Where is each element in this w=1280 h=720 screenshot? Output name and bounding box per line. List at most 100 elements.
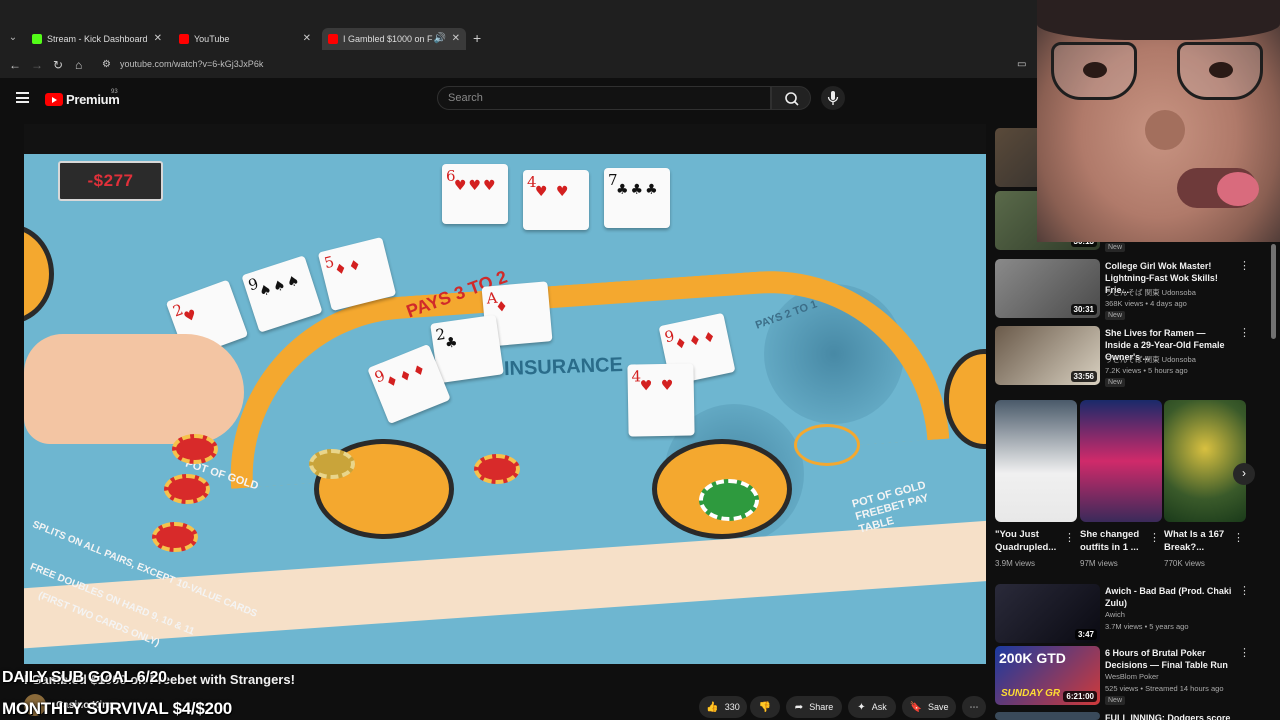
search-button[interactable] — [771, 86, 811, 110]
more-icon: ⋯ — [969, 701, 979, 712]
more-options-icon[interactable]: ⋮ — [1149, 531, 1160, 544]
search-icon — [785, 92, 799, 106]
microphone-icon — [827, 91, 839, 105]
search-input[interactable] — [438, 87, 738, 109]
video-title[interactable]: 6 Hours of Brutal Poker Decisions — Fina… — [1105, 647, 1233, 671]
tab-list-chevron-icon[interactable]: ⌄ — [6, 30, 20, 46]
recommendation-item[interactable]: 3:47 Awich - Bad Bad (Prod. Chaki Zulu) … — [995, 584, 1250, 646]
thumbs-down-icon: 👎 — [758, 701, 772, 713]
chip-stack — [172, 434, 218, 464]
search-box — [437, 86, 771, 110]
chip-stack — [152, 522, 198, 552]
cast-icon[interactable]: ▭ — [1017, 57, 1026, 73]
channel-name[interactable]: Awich — [1105, 610, 1125, 619]
channel-name[interactable]: WesBlom Poker — [1105, 672, 1159, 681]
home-icon[interactable]: ⌂ — [75, 57, 82, 73]
ask-button[interactable]: ✦ Ask — [848, 696, 896, 718]
dealer-card: 4 ♥ ♥ — [523, 170, 589, 230]
video-thumbnail[interactable]: 30:31 — [995, 259, 1100, 318]
duration-badge: 3:47 — [1074, 629, 1097, 640]
like-count: 330 — [724, 702, 740, 712]
new-badge: New — [1105, 243, 1126, 252]
forward-icon[interactable]: → — [31, 57, 43, 73]
share-button[interactable]: ➦ Share — [786, 696, 842, 718]
survival-overlay: MONTHLY SURVIVAL $4/$200 — [2, 699, 232, 718]
webcam-eye — [1209, 62, 1233, 78]
new-badge: New — [1105, 696, 1126, 705]
shorts-next-button[interactable]: › — [1233, 463, 1255, 485]
video-title[interactable]: FULL INNING: Dodgers score — [1105, 712, 1233, 720]
address-bar[interactable]: youtube.com/watch?v=6-kGj3JxP6k — [120, 59, 263, 69]
webcam-hair — [1037, 0, 1280, 40]
webcam-tongue — [1217, 172, 1259, 206]
gold-chip — [309, 449, 355, 479]
voice-search-button[interactable] — [821, 86, 845, 110]
short-title[interactable]: She changed outfits in 1 ... — [1080, 528, 1154, 554]
tab-youtube[interactable]: YouTube ✕ — [173, 28, 317, 50]
youtube-logo[interactable]: Premium — [45, 92, 120, 107]
pot-of-gold-circle — [794, 424, 860, 466]
duration-badge: 30:31 — [1070, 304, 1097, 315]
dislike-button[interactable]: 👎 — [750, 696, 780, 718]
player-card: 4 ♥ ♥ — [627, 363, 695, 437]
video-meta: 368K views • 4 days ago — [1105, 299, 1187, 308]
video-title[interactable]: Awich - Bad Bad (Prod. Chaki Zulu) — [1105, 585, 1233, 609]
recommendation-item[interactable]: FULL INNING: Dodgers score — [995, 712, 1245, 720]
video-thumbnail[interactable]: 33:56 — [995, 326, 1100, 385]
recommendation-item[interactable]: 200K GTD SUNDAY GR 6:21:00 6 Hours of Br… — [995, 646, 1250, 706]
more-options-icon[interactable]: ⋮ — [1239, 586, 1250, 597]
short-title[interactable]: What Is a 167 Break?... — [1164, 528, 1238, 554]
site-info-icon[interactable]: ⚙ — [102, 57, 111, 73]
like-button[interactable]: 👍 330 — [699, 696, 747, 718]
sub-goal-overlay: DAILY SUB GOAL 6/20 — [2, 669, 167, 686]
new-badge: New — [1105, 311, 1126, 320]
speaker-icon[interactable]: 🔊 — [434, 32, 446, 46]
back-icon[interactable]: ← — [9, 57, 21, 73]
more-actions-button[interactable]: ⋯ — [962, 696, 986, 718]
betting-circle — [24, 224, 54, 324]
more-options-icon[interactable]: ⋮ — [1233, 531, 1244, 544]
more-options-icon[interactable]: ⋮ — [1239, 648, 1250, 659]
new-tab-button[interactable]: + — [473, 30, 481, 46]
close-tab-icon[interactable]: ✕ — [452, 32, 460, 46]
tab-title: Stream - Kick Dashboard — [47, 34, 148, 44]
player-card: 9 ♠♠♠ — [241, 255, 323, 333]
sidebar-scrollbar[interactable] — [1271, 244, 1276, 339]
video-thumbnail[interactable] — [995, 712, 1100, 720]
channel-name[interactable]: うどんそば 関東 Udonsoba — [1105, 354, 1196, 365]
recommendation-item[interactable]: 30:31 College Girl Wok Master! Lightning… — [995, 259, 1250, 323]
duration-badge: 6:21:00 — [1063, 691, 1097, 702]
bet-chip-25 — [699, 479, 759, 521]
channel-name[interactable]: うどんそば 関東 Udonsoba — [1105, 287, 1196, 298]
menu-icon[interactable] — [16, 92, 29, 103]
chip-stack — [164, 474, 210, 504]
youtube-favicon-icon — [179, 34, 189, 44]
close-tab-icon[interactable]: ✕ — [303, 32, 311, 46]
short-thumbnail[interactable] — [995, 400, 1077, 522]
close-tab-icon[interactable]: ✕ — [154, 32, 162, 46]
betting-circle — [944, 349, 986, 449]
tab-kick-dashboard[interactable]: Stream - Kick Dashboard ✕ — [26, 28, 168, 50]
save-button[interactable]: 🔖 Save — [902, 696, 956, 718]
tab-title: I Gambled $1000 on Freebet — [343, 34, 433, 44]
tab-current-video[interactable]: I Gambled $1000 on Freebet 🔊 ✕ — [322, 28, 466, 50]
video-thumbnail[interactable]: 3:47 — [995, 584, 1100, 643]
short-views: 97M views — [1080, 559, 1118, 568]
short-title[interactable]: "You Just Quadrupled... — [995, 528, 1069, 554]
short-thumbnail[interactable] — [1080, 400, 1162, 522]
reload-icon[interactable]: ↻ — [53, 57, 63, 73]
video-thumbnail[interactable]: 200K GTD SUNDAY GR 6:21:00 — [995, 646, 1100, 705]
video-meta: 7.2K views • 5 hours ago — [1105, 366, 1188, 375]
more-options-icon[interactable]: ⋮ — [1064, 531, 1075, 544]
dealer-card: 7 ♣♣♣ — [604, 168, 670, 228]
ask-label: Ask — [871, 702, 887, 712]
youtube-favicon-icon — [328, 34, 338, 44]
webcam-overlay — [1037, 0, 1280, 242]
recommendation-item[interactable]: 33:56 She Lives for Ramen — Inside a 29-… — [995, 326, 1250, 390]
share-label: Share — [809, 702, 834, 712]
short-thumbnail[interactable] — [1164, 400, 1246, 522]
video-player[interactable]: PAYS 3 TO 2 PAYS 2 TO 1 INSURANCE POT OF… — [24, 124, 986, 664]
more-options-icon[interactable]: ⋮ — [1239, 328, 1250, 339]
tab-title: YouTube — [194, 34, 230, 44]
more-options-icon[interactable]: ⋮ — [1239, 261, 1250, 272]
